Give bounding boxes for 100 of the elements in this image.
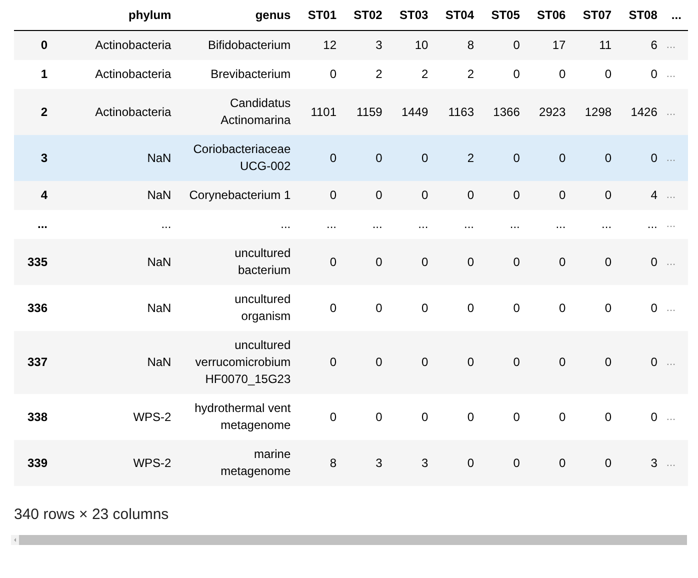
table-cell: 10	[389, 30, 436, 60]
table-cell: 0	[618, 135, 664, 181]
table-cell: 2923	[526, 89, 573, 135]
table-cell: 0	[344, 394, 390, 440]
table-cell: uncultured bacterium	[178, 239, 298, 285]
row-index: 335	[14, 239, 55, 285]
table-cell: 0	[389, 285, 436, 331]
table-cell: 1298	[572, 89, 619, 135]
table-cell: 0	[344, 239, 390, 285]
horizontal-scrollbar[interactable]	[11, 535, 687, 545]
table-cell: 0	[481, 285, 527, 331]
table-cell: 0	[435, 331, 482, 394]
table-cell: 0	[618, 394, 664, 440]
table-cell: NaN	[54, 331, 178, 394]
table-cell: ...	[664, 135, 688, 181]
table-cell: Actinobacteria	[54, 89, 178, 135]
table-cell: 0	[572, 440, 619, 486]
table-cell: 0	[526, 60, 573, 89]
table-cell: 2	[435, 135, 482, 181]
table-cell: 0	[481, 394, 527, 440]
table-cell: marine metagenome	[178, 440, 298, 486]
table-cell: 0	[435, 181, 482, 210]
table-cell: 0	[572, 239, 619, 285]
table-cell: 0	[435, 239, 482, 285]
table-cell: ...	[54, 210, 178, 239]
table-cell: 0	[618, 331, 664, 394]
table-cell: 0	[572, 285, 619, 331]
table-cell: WPS-2	[54, 394, 178, 440]
table-cell: Actinobacteria	[54, 30, 178, 60]
row-index: 2	[14, 89, 55, 135]
table-cell: 0	[526, 285, 573, 331]
row-index: 1	[14, 60, 55, 89]
table-cell: 0	[298, 331, 344, 394]
table-cell: 0	[298, 239, 344, 285]
table-cell: NaN	[54, 239, 178, 285]
table-cell: ...	[664, 210, 688, 239]
table-cell: uncultured verrucomicrobium HF0070_15G23	[178, 331, 298, 394]
table-cell: 1366	[481, 89, 527, 135]
table-cell: ...	[344, 210, 390, 239]
table-cell: 8	[298, 440, 344, 486]
table-cell: ...	[664, 285, 688, 331]
table-cell: 0	[526, 239, 573, 285]
table-cell: 0	[389, 331, 436, 394]
table-cell: 0	[481, 135, 527, 181]
table-cell: 0	[389, 135, 436, 181]
table-cell: 1101	[298, 89, 344, 135]
table-cell: 2	[435, 60, 482, 89]
table-cell: ...	[618, 210, 664, 239]
table-cell: 3	[344, 30, 390, 60]
table-cell: ...	[664, 30, 688, 60]
table-cell: uncultured organism	[178, 285, 298, 331]
table-cell: 0	[389, 181, 436, 210]
table-cell: 0	[618, 60, 664, 89]
table-cell: ...	[664, 89, 688, 135]
row-index: 4	[14, 181, 55, 210]
table-cell: 0	[298, 285, 344, 331]
table-cell: 11	[572, 30, 619, 60]
table-cell: Candidatus Actinomarina	[178, 89, 298, 135]
table-cell: 0	[435, 285, 482, 331]
table-cell: ...	[298, 210, 344, 239]
table-cell: 0	[344, 181, 390, 210]
row-index: 337	[14, 331, 55, 394]
table-cell: WPS-2	[54, 440, 178, 486]
row-index: 3	[14, 135, 55, 181]
table-cell: ...	[664, 181, 688, 210]
table-cell: NaN	[54, 135, 178, 181]
table-cell: 0	[481, 440, 527, 486]
table-cell: 0	[435, 394, 482, 440]
table-cell: ...	[178, 210, 298, 239]
table-cell: 0	[526, 440, 573, 486]
table-cell: 0	[618, 285, 664, 331]
table-cell: 4	[618, 181, 664, 210]
row-index: 0	[14, 30, 55, 60]
table-cell: 0	[526, 135, 573, 181]
table-cell: ...	[664, 60, 688, 89]
table-cell: NaN	[54, 181, 178, 210]
table-cell: 3	[344, 440, 390, 486]
table-cell: 3	[389, 440, 436, 486]
table-cell: 0	[298, 181, 344, 210]
table-cell: 8	[435, 30, 482, 60]
table-cell: ...	[435, 210, 482, 239]
table-cell: 1163	[435, 89, 482, 135]
row-count: 340 rows × 23 columns	[14, 506, 169, 523]
table-cell: ...	[664, 331, 688, 394]
table-cell: 0	[572, 181, 619, 210]
table-cell: 0	[526, 394, 573, 440]
table-cell: Actinobacteria	[54, 60, 178, 89]
table-cell: ...	[572, 210, 619, 239]
table-cell: 0	[526, 181, 573, 210]
table-cell: Bifidobacterium	[178, 30, 298, 60]
table-cell: ...	[389, 210, 436, 239]
table-cell: NaN	[54, 285, 178, 331]
table-cell: 2	[344, 60, 390, 89]
table-cell: 0	[298, 135, 344, 181]
table-cell: 0	[344, 331, 390, 394]
table-cell: 1159	[344, 89, 390, 135]
table-cell: ...	[664, 440, 688, 486]
row-index: ...	[14, 210, 55, 239]
table-cell: 1449	[389, 89, 436, 135]
table-cell: 0	[298, 394, 344, 440]
